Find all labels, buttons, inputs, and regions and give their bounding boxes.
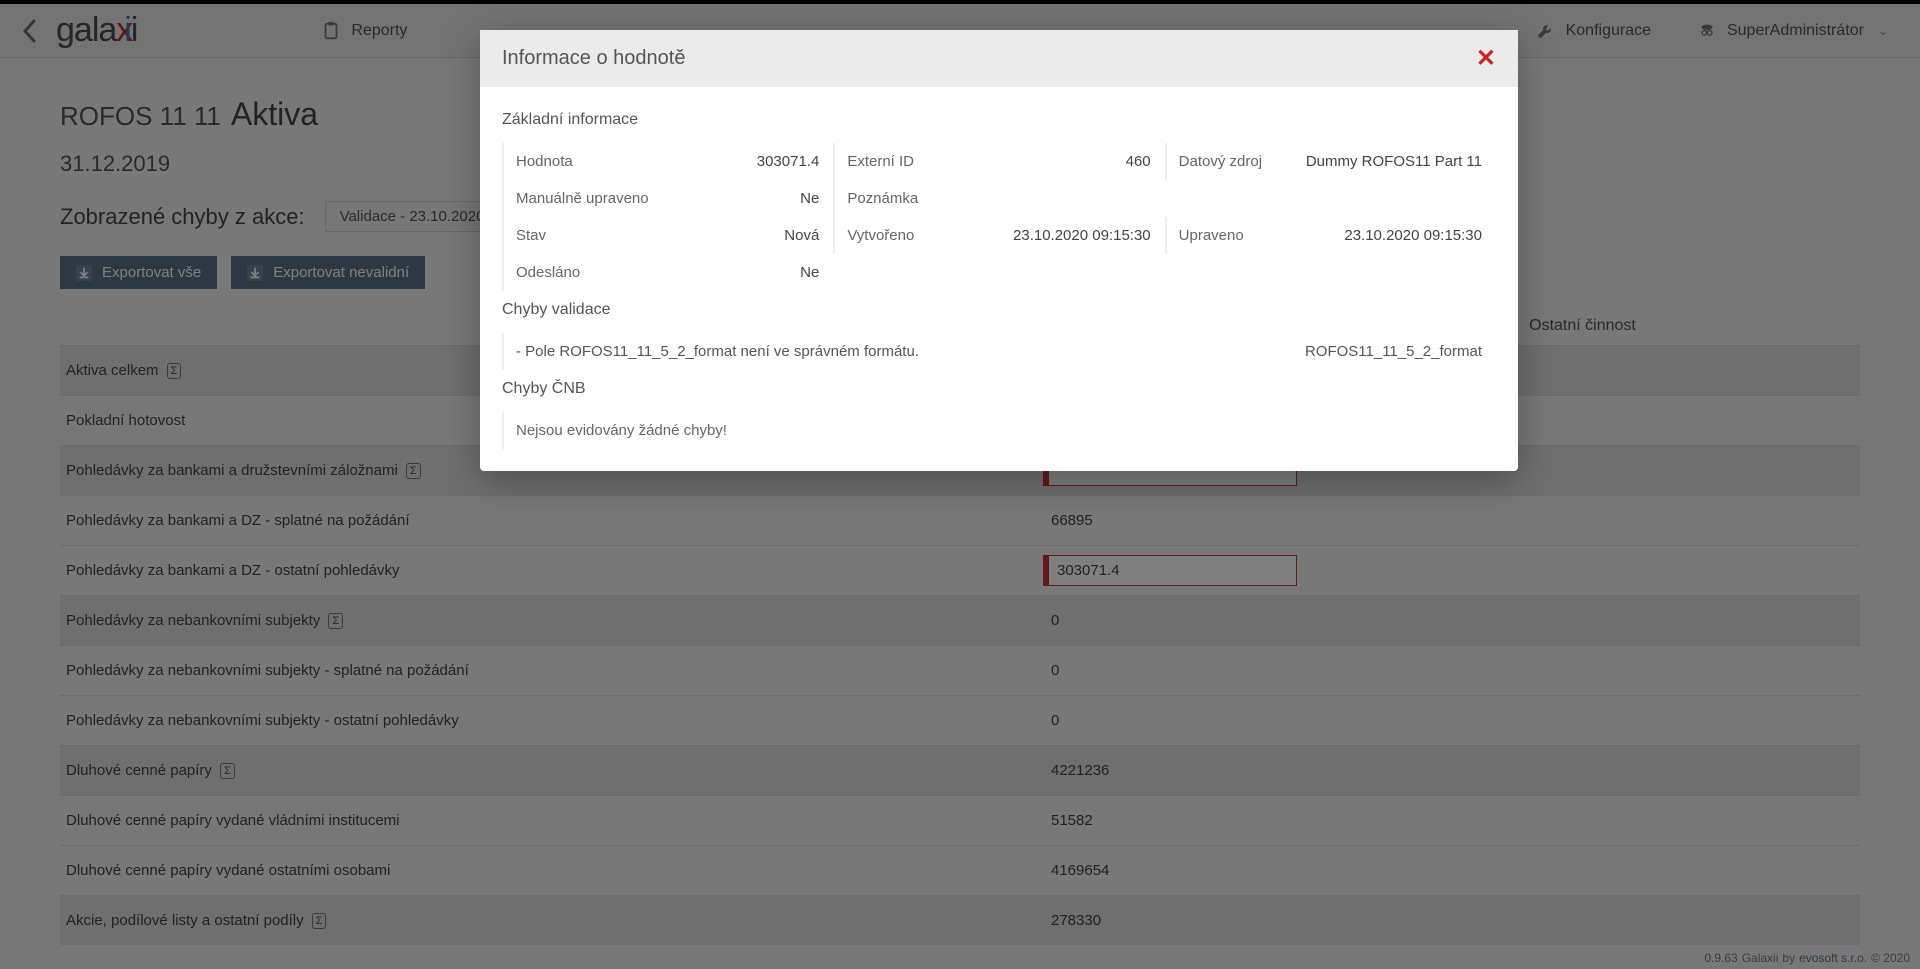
modal-section-basic: Základní informace — [502, 111, 1496, 129]
modal-section-cnb: Chyby ČNB — [502, 380, 1496, 398]
cnb-no-errors: Nejsou evidovány žádné chyby! — [502, 412, 1496, 449]
field-externi-id: Externí ID460 — [833, 143, 1164, 180]
field-hodnota: Hodnota303071.4 — [502, 143, 833, 180]
field-vytvoreno: Vytvořeno23.10.2020 09:15:30 — [833, 217, 1164, 254]
field-stav: StavNová — [502, 217, 833, 254]
field-poznamka: Poznámka — [833, 180, 1164, 217]
modal-section-validace: Chyby validace — [502, 301, 1496, 319]
field-datovy-zdroj: Datový zdrojDummy ROFOS11 Part 11 — [1165, 143, 1496, 180]
validation-error-row: - Pole ROFOS11_11_5_2_format není ve spr… — [502, 333, 1496, 370]
close-icon[interactable]: ✕ — [1476, 44, 1496, 73]
field-upraveno: Upraveno23.10.2020 09:15:30 — [1165, 217, 1496, 254]
field-odeslano: OdeslánoNe — [502, 254, 833, 291]
validation-error-code: ROFOS11_11_5_2_format — [1305, 343, 1482, 360]
validation-error-message: - Pole ROFOS11_11_5_2_format není ve spr… — [516, 343, 919, 360]
modal-info: Informace o hodnotě ✕ Základní informace… — [480, 30, 1518, 471]
modal-title: Informace o hodnotě — [502, 47, 1476, 70]
field-manualne-upraveno: Manuálně upravenoNe — [502, 180, 833, 217]
